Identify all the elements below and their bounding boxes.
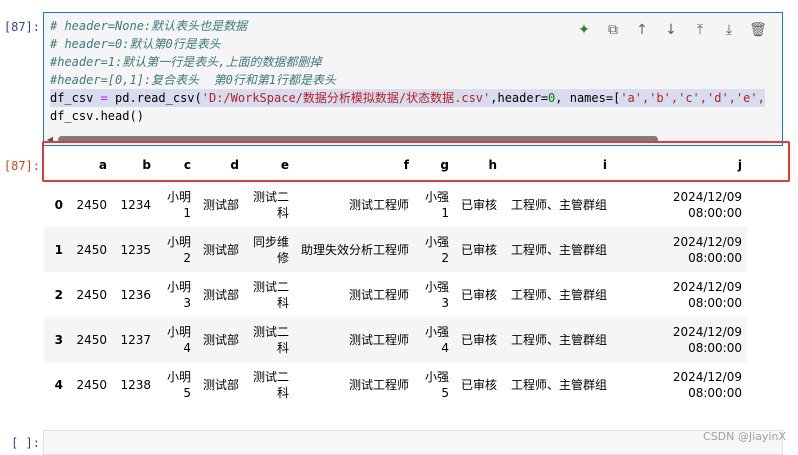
table-cell: 2450 <box>76 242 107 257</box>
table-row: 3 2450 1237 小明4 测试部 测试二科 测试工程师 小强4 已审核 工… <box>44 317 747 362</box>
table-cell: 已审核 <box>460 332 497 347</box>
table-cell: 测试部 <box>202 332 239 347</box>
table-cell: 2450 <box>76 197 107 212</box>
table-cell: 测试工程师 <box>348 377 409 392</box>
table-cell: 工程师、主管群组 <box>510 332 607 347</box>
table-cell: 测试工程师 <box>348 197 409 212</box>
table-cell: 测试部 <box>202 197 239 212</box>
table-cell: 助理失效分析工程师 <box>300 242 409 257</box>
table-cell: 测试部 <box>202 287 239 302</box>
table-cell: 2450 <box>76 377 107 392</box>
watermark: CSDN @JiayinX <box>703 430 786 443</box>
input-prompt: [87]: <box>3 20 40 34</box>
table-cell: 已审核 <box>460 197 497 212</box>
table-cell: 2450 <box>76 287 107 302</box>
code-line-4: #header=[0,1]:复合表头 第0行和第1行都是表头 <box>50 73 337 87</box>
table-cell: 工程师、主管群组 <box>510 287 607 302</box>
copy-icon[interactable]: ⧉ <box>601 19 625 41</box>
table-cell: 2024/12/09 08:00:00 <box>672 189 742 220</box>
table-cell: 测试部 <box>202 242 239 257</box>
table-cell: 2024/12/09 08:00:00 <box>672 234 742 265</box>
table-cell: 工程师、主管群组 <box>510 242 607 257</box>
code-cell[interactable]: # header=None:默认表头也是数据 # header=0:默认第0行是表… <box>43 12 783 146</box>
output-prompt: [87]: <box>3 159 40 173</box>
table-cell: 2024/12/09 08:00:00 <box>672 369 742 400</box>
table-cell: 测试二科 <box>252 369 289 400</box>
dataframe-table: a b c d e f g h i j 0 2450 1234 小明1 测试部 … <box>44 147 747 407</box>
row-index: 1 <box>54 242 63 257</box>
table-cell: 测试二科 <box>252 324 289 355</box>
table-cell: 测试工程师 <box>348 332 409 347</box>
arrow-down-icon[interactable]: ↓ <box>659 19 683 41</box>
table-cell: 2450 <box>76 332 107 347</box>
trash-icon[interactable]: 🗑 <box>746 19 770 41</box>
code-line-6: df_csv.head() <box>50 109 144 123</box>
code-names-kw: , names=[ <box>555 91 621 105</box>
table-cell: 小强2 <box>424 234 449 265</box>
code-func: pd.read_csv( <box>115 91 202 105</box>
table-cell: 小强5 <box>424 369 449 400</box>
row-index: 0 <box>54 197 63 212</box>
table-cell: 1237 <box>120 332 151 347</box>
table-cell: 测试工程师 <box>348 287 409 302</box>
code-path: 'D:/WorkSpace/数据分析模拟数据/状态数据.csv' <box>201 91 491 105</box>
row-index: 2 <box>54 287 63 302</box>
table-cell: 测试二科 <box>252 279 289 310</box>
code-names: 'a','b','c','d','e', <box>620 91 765 105</box>
table-cell: 1236 <box>120 287 151 302</box>
table-row: 2 2450 1236 小明3 测试部 测试二科 测试工程师 小强3 已审核 工… <box>44 272 747 317</box>
cell-toolbar: ✦ ⧉ ↑ ↓ ⤒ ⤓ 🗑 <box>568 17 774 43</box>
table-cell: 小明4 <box>166 324 191 355</box>
table-cell: 已审核 <box>460 287 497 302</box>
table-cell: 已审核 <box>460 242 497 257</box>
code-header-kw: ,header= <box>490 91 549 105</box>
table-cell: 1234 <box>120 197 151 212</box>
table-cell: 小明2 <box>166 234 191 265</box>
table-cell: 2024/12/09 08:00:00 <box>672 279 742 310</box>
table-cell: 小明3 <box>166 279 191 310</box>
table-cell: 2024/12/09 08:00:00 <box>672 324 742 355</box>
header-highlight-box <box>42 141 790 182</box>
table-cell: 测试二科 <box>252 189 289 220</box>
row-index: 4 <box>54 377 63 392</box>
table-cell: 小明1 <box>166 189 191 220</box>
table-row: 0 2450 1234 小明1 测试部 测试二科 测试工程师 小强1 已审核 工… <box>44 182 747 227</box>
sparkle-icon[interactable]: ✦ <box>572 19 596 41</box>
table-cell: 测试部 <box>202 377 239 392</box>
code-var: df_csv <box>50 91 94 105</box>
table-row: 1 2450 1235 小明2 测试部 同步维修 助理失效分析工程师 小强2 已… <box>44 227 747 272</box>
table-cell: 已审核 <box>460 377 497 392</box>
row-index: 3 <box>54 332 63 347</box>
table-cell: 小明5 <box>166 369 191 400</box>
code-line-5: df_csv = pd.read_csv('D:/WorkSpace/数据分析模… <box>50 89 765 107</box>
empty-cell-prompt: [ ]: <box>11 436 40 450</box>
insert-above-icon[interactable]: ⤒ <box>688 19 712 41</box>
table-cell: 1238 <box>120 377 151 392</box>
arrow-up-icon[interactable]: ↑ <box>630 19 654 41</box>
table-cell: 小强3 <box>424 279 449 310</box>
empty-code-cell[interactable] <box>43 430 783 455</box>
table-cell: 小强1 <box>424 189 449 220</box>
code-line-3: #header=1:默认第一行是表头,上面的数据都删掉 <box>50 55 322 69</box>
table-cell: 工程师、主管群组 <box>510 377 607 392</box>
table-cell: 1235 <box>120 242 151 257</box>
table-cell: 小强4 <box>424 324 449 355</box>
table-cell: 同步维修 <box>252 234 289 265</box>
insert-below-icon[interactable]: ⤓ <box>717 19 741 41</box>
code-assign: = <box>93 91 116 105</box>
table-cell: 工程师、主管群组 <box>510 197 607 212</box>
table-row: 4 2450 1238 小明5 测试部 测试二科 测试工程师 小强5 已审核 工… <box>44 362 747 407</box>
